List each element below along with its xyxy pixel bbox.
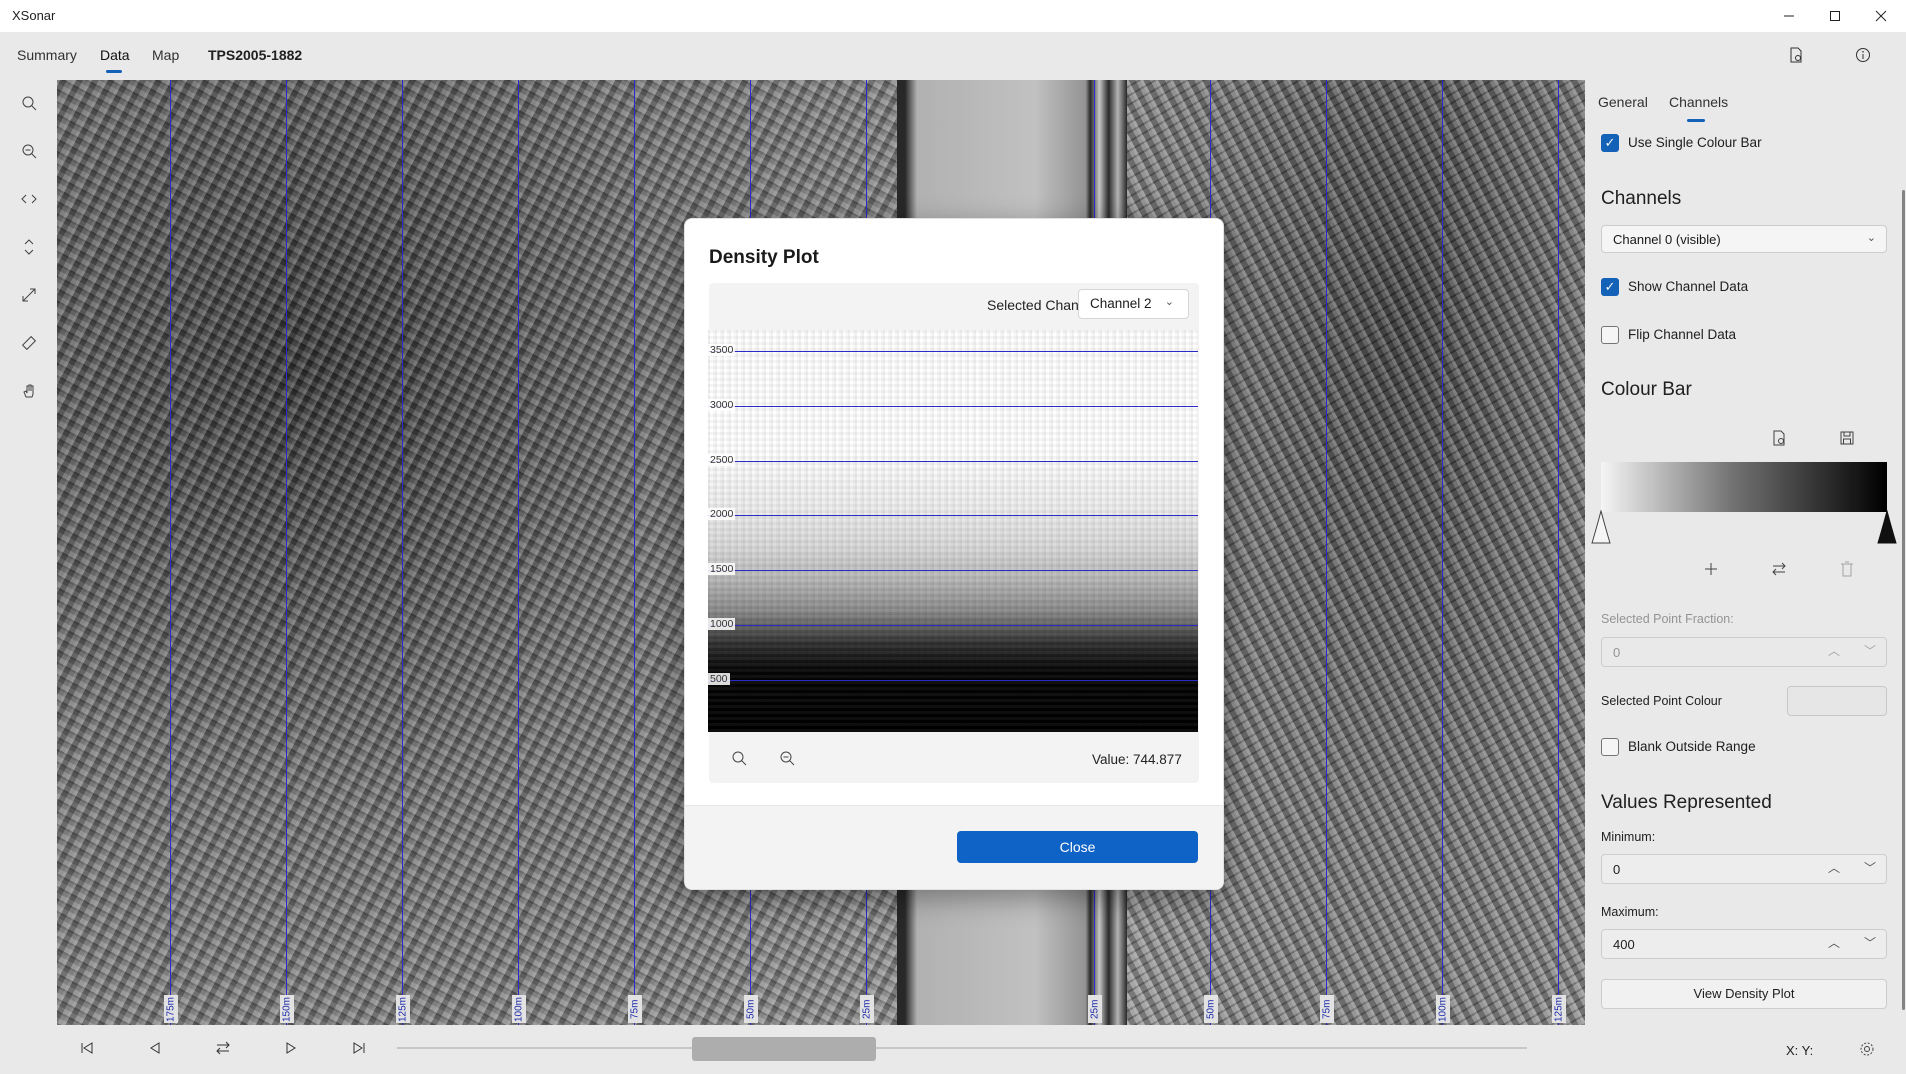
plot-grid-line [708, 570, 1198, 571]
selected-channel-value: Channel 2 [1090, 296, 1152, 311]
plot-y-tick-label: 1000 [708, 618, 736, 630]
plot-zoom-out-button[interactable] [776, 747, 798, 769]
plot-grid-line [708, 461, 1198, 462]
minimize-button[interactable] [1766, 0, 1812, 32]
selected-channel-select[interactable]: Channel 2 ⌄ [1078, 289, 1189, 319]
plot-grid-line [708, 515, 1198, 516]
plot-value-readout: Value: 744.877 [1092, 752, 1182, 767]
density-plot-texture [708, 330, 1198, 732]
close-icon [1875, 10, 1887, 22]
plot-y-tick-label: 500 [708, 673, 730, 685]
close-button[interactable]: Close [957, 831, 1198, 863]
plot-y-tick-label: 3000 [708, 399, 736, 411]
plot-y-tick-label: 3500 [708, 344, 736, 356]
plot-y-tick-label: 2500 [708, 454, 736, 466]
minimize-icon [1784, 15, 1794, 17]
density-plot-canvas[interactable]: 3500 3000 2500 2000 1500 1000 500 [708, 330, 1198, 732]
maximize-button[interactable] [1812, 0, 1858, 32]
close-window-button[interactable] [1858, 0, 1904, 32]
plot-grid-line [708, 680, 1198, 681]
dialog-title: Density Plot [709, 247, 819, 268]
title-bar [0, 0, 1906, 33]
zoom-in-icon [732, 751, 747, 766]
zoom-out-icon [780, 751, 795, 766]
plot-y-tick-label: 1500 [708, 563, 736, 575]
app-title: XSonar [12, 8, 56, 23]
plot-grid-line [708, 625, 1198, 626]
maximize-icon [1830, 11, 1840, 21]
plot-y-tick-label: 2000 [708, 508, 736, 520]
chevron-down-icon: ⌄ [1164, 296, 1174, 308]
plot-grid-line [708, 351, 1198, 352]
plot-grid-line [708, 406, 1198, 407]
plot-zoom-in-button[interactable] [728, 747, 750, 769]
